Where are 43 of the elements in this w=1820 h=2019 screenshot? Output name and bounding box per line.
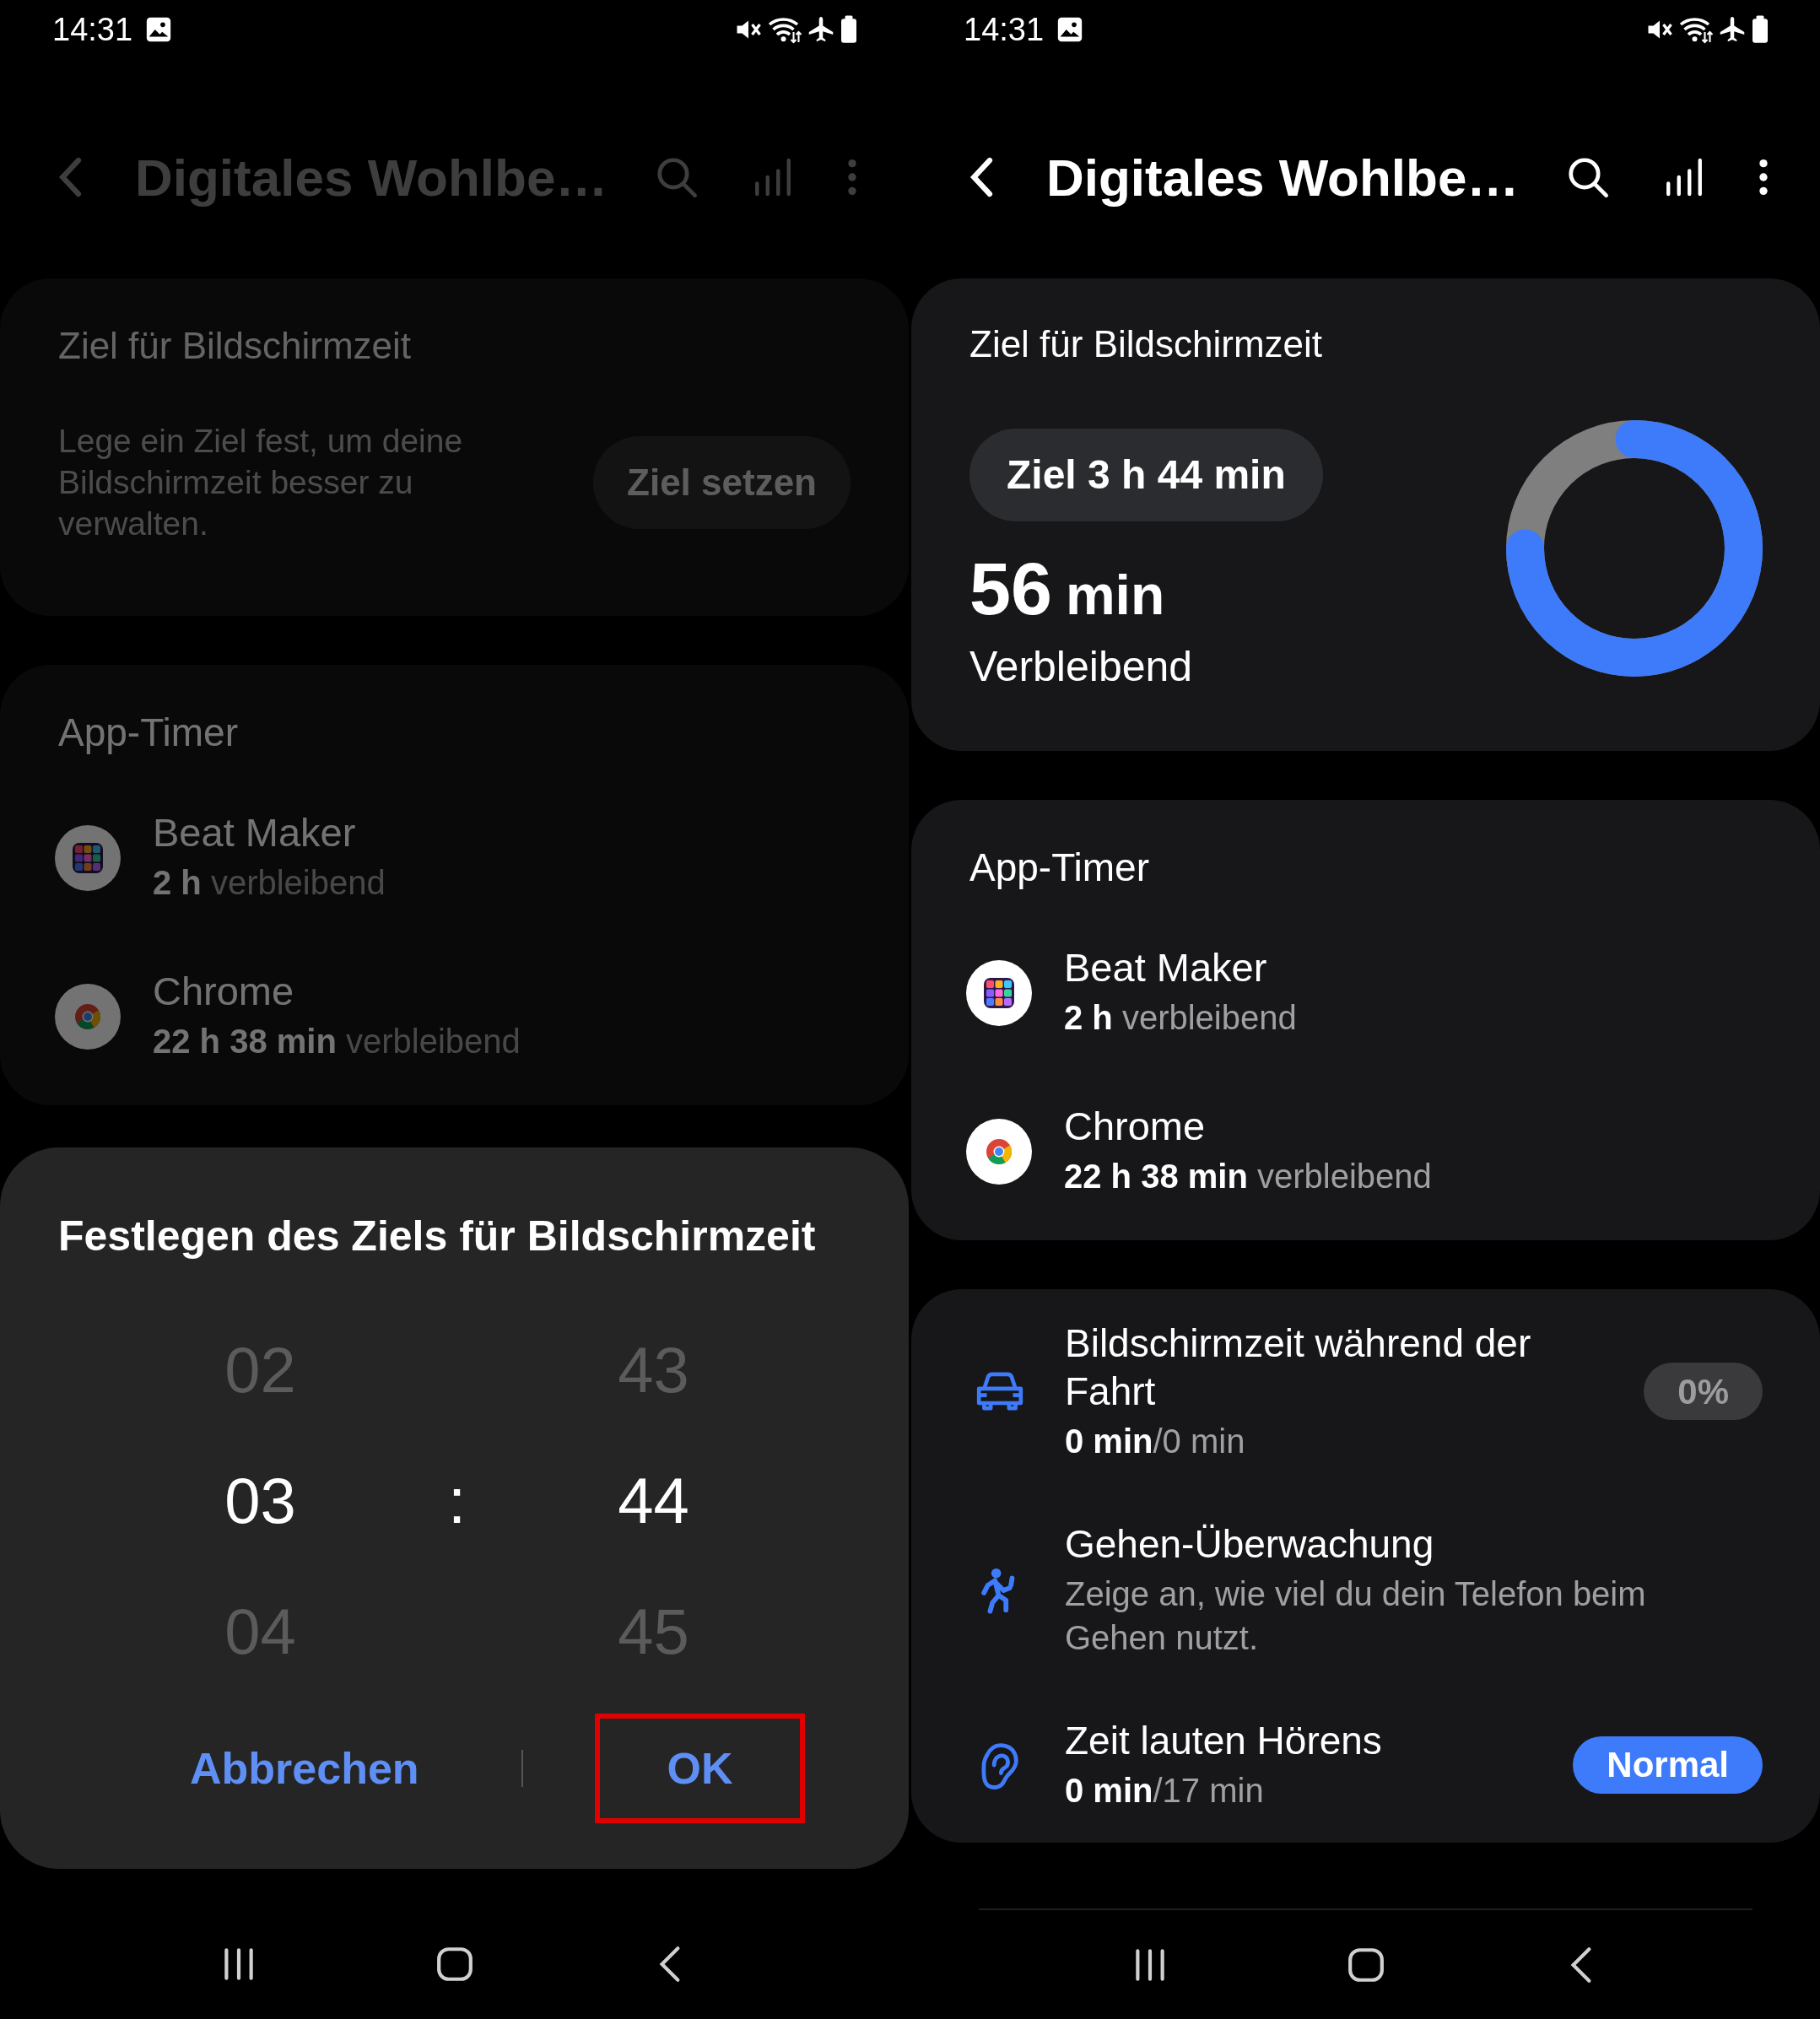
color-wheel-icon[interactable] (55, 984, 121, 1050)
minute-value[interactable]: 44 (618, 1435, 689, 1566)
card-title: Ziel für Bildschirmzeit (58, 324, 413, 368)
feature-subtitle: 0 min/17 min (1065, 1771, 1265, 1811)
app-name: Chrome (1064, 1103, 1207, 1150)
hour-value[interactable]: 03 (224, 1435, 296, 1566)
color-grid-icon[interactable] (966, 960, 1032, 1026)
app-name: Beat Maker (153, 809, 357, 856)
dialog-button[interactable]: Abbrechen (159, 1714, 450, 1823)
app-name: Beat Maker (1064, 944, 1268, 991)
remaining-value: 56 (969, 547, 1052, 631)
feature-title: Gehen-Überwachung (1065, 1521, 1435, 1568)
status-badge: Normal (1573, 1736, 1763, 1794)
remaining-time: 2 h verbleibend (1064, 998, 1297, 1038)
remaining-time: 22 h 38 min verbleibend (153, 1022, 521, 1061)
goal-description: Lege ein Ziel fest, um deine Bildschirmzeit besser zu verwalten. (58, 422, 464, 543)
battery-icon (840, 14, 858, 45)
color-wheel-icon[interactable] (966, 1119, 1032, 1185)
remaining-label: Verbleibend (969, 642, 1193, 692)
status-time: 14:31 (964, 10, 1045, 49)
remaining-time: 22 h 38 min verbleibend (1064, 1157, 1432, 1196)
card-title: Ziel für Bildschirmzeit (969, 322, 1323, 366)
page-title: Digitales Wohlbe… (1046, 147, 1520, 208)
page-title: Digitales Wohlbe… (135, 147, 608, 208)
feature-subtitle: Zeige an, wie viel du dein Telefon beim Gehen nutzt. (1065, 1574, 1647, 1658)
goal-chip: Ziel 3 h 44 min (969, 429, 1323, 521)
feature-title: Bildschirmzeit während der Fahrt (1065, 1320, 1532, 1415)
app-name: Chrome (153, 968, 295, 1015)
time-separator: : (447, 1463, 467, 1538)
status-time: 14:31 (52, 10, 133, 49)
feature-subtitle: 0 min/0 min (1065, 1422, 1246, 1461)
card-title: App-Timer (57, 710, 239, 756)
battery-icon (1751, 14, 1769, 45)
remaining-unit: min (1065, 563, 1165, 628)
card-title: App-Timer (969, 845, 1150, 891)
status-badge: 0% (1644, 1363, 1763, 1420)
color-grid-icon[interactable] (55, 825, 121, 891)
dialog-title: Festlegen des Ziels für Bildschirmzeit (58, 1212, 817, 1261)
more-options-icon[interactable] (1758, 157, 1769, 197)
dialog-button[interactable]: OK (595, 1714, 805, 1823)
remaining-time: 2 h verbleibend (153, 863, 386, 903)
feature-title: Zeit lauten Hörens (1065, 1718, 1383, 1764)
set-goal-button[interactable]: Ziel setzen (593, 435, 851, 529)
